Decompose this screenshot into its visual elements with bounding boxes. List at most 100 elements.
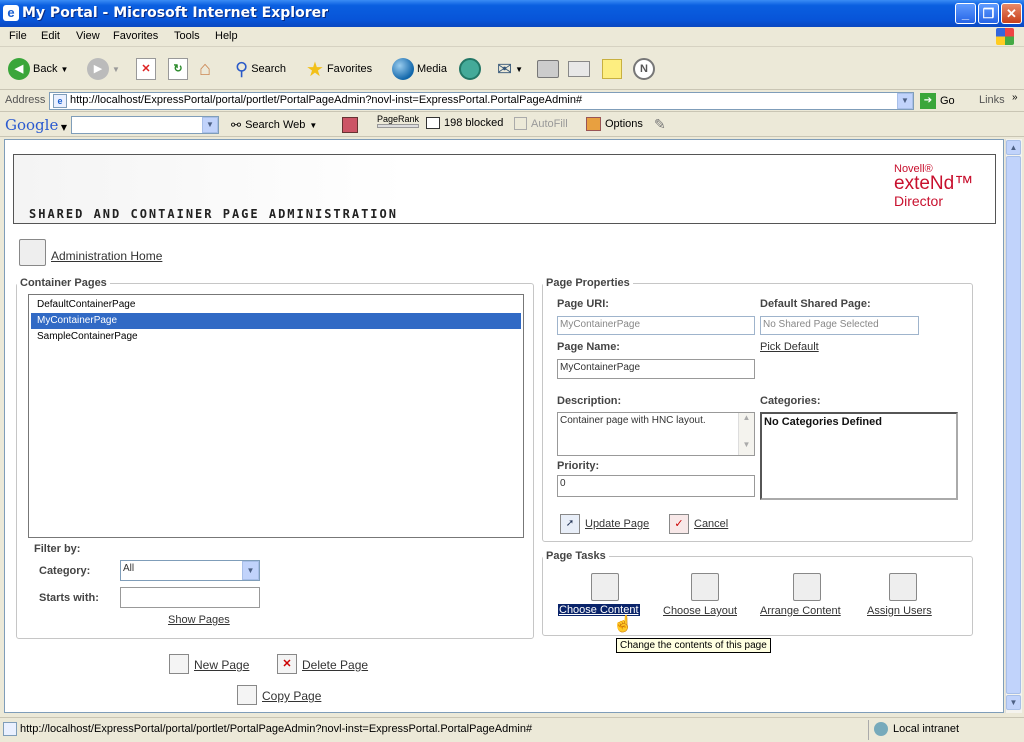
forward-button[interactable]: ▶ ▼ <box>87 57 120 81</box>
standard-toolbar: ◀ Back ▼ ▶ ▼ ✕ ↻ ⌂ ⚲ Search ★ Favorites … <box>0 48 1024 90</box>
page-name-input[interactable]: MyContainerPage <box>557 359 755 379</box>
scroll-up-icon[interactable]: ▲ <box>739 413 754 428</box>
menu-help[interactable]: Help <box>215 30 238 42</box>
category-select[interactable]: All ▼ <box>120 560 260 581</box>
refresh-button[interactable]: ↻ <box>168 57 188 81</box>
media-button[interactable]: Media <box>392 57 447 81</box>
assign-users-icon[interactable] <box>889 573 917 601</box>
chevron-down-icon: ▼ <box>112 64 120 74</box>
options-button[interactable]: Options <box>586 117 643 131</box>
new-page-icon[interactable] <box>169 654 189 674</box>
popup-blocker-button[interactable]: 198 blocked <box>426 117 503 129</box>
google-search-input[interactable]: ▼ <box>71 116 219 134</box>
scroll-down-icon[interactable]: ▼ <box>1006 695 1021 710</box>
list-item[interactable]: SampleContainerPage <box>31 329 521 345</box>
description-textarea[interactable]: Container page with HNC layout. ▲ ▼ <box>557 412 755 456</box>
mail-button[interactable]: ✉ ▼ <box>497 57 523 81</box>
address-input[interactable]: e http://localhost/ExpressPortal/portal/… <box>49 92 914 110</box>
new-page-link[interactable]: New Page <box>194 658 249 672</box>
address-dropdown[interactable]: ▼ <box>897 93 913 109</box>
google-search-dropdown[interactable]: ▼ <box>202 117 218 133</box>
stop-button[interactable]: ✕ <box>136 57 156 81</box>
links-label[interactable]: Links <box>979 94 1005 106</box>
page-icon: e <box>53 94 67 108</box>
menu-view[interactable]: View <box>76 30 100 42</box>
list-item-selected[interactable]: MyContainerPage <box>31 313 521 329</box>
copy-page-icon[interactable] <box>237 685 257 705</box>
priority-input[interactable]: 0 <box>557 475 755 497</box>
page-uri-input: MyContainerPage <box>557 316 755 335</box>
brand-line-3: Director <box>894 193 944 209</box>
update-page-link[interactable]: Update Page <box>585 518 649 530</box>
globe-icon <box>392 58 414 80</box>
go-button[interactable]: ➔ Go <box>920 93 955 109</box>
back-arrow-icon: ◀ <box>8 58 30 80</box>
go-arrow-icon: ➔ <box>920 93 936 109</box>
delete-page-icon[interactable]: ✕ <box>277 654 297 674</box>
close-button[interactable]: ✕ <box>1001 3 1022 24</box>
back-button[interactable]: ◀ Back ▼ <box>8 57 68 81</box>
home-button[interactable]: ⌂ <box>199 57 211 81</box>
note-icon <box>602 59 622 79</box>
restore-button[interactable]: ❐ <box>978 3 999 24</box>
menu-edit[interactable]: Edit <box>41 30 60 42</box>
messenger-button[interactable]: N <box>633 57 655 81</box>
windows-logo-icon <box>996 28 1014 45</box>
vertical-scrollbar[interactable]: ▲ ▼ <box>1005 139 1022 713</box>
minimize-button[interactable]: _ <box>955 3 976 24</box>
default-shared-page-input: No Shared Page Selected <box>760 316 919 335</box>
show-pages-link[interactable]: Show Pages <box>168 614 230 626</box>
print-button[interactable] <box>537 57 559 81</box>
pick-default-link[interactable]: Pick Default <box>760 341 819 353</box>
copy-page-link[interactable]: Copy Page <box>262 689 321 703</box>
list-item[interactable]: DefaultContainerPage <box>31 297 521 313</box>
chevron-down-icon[interactable]: ▼ <box>242 561 259 580</box>
cancel-icon[interactable]: ✓ <box>669 514 689 534</box>
news-icon[interactable] <box>342 117 358 133</box>
mail-icon: ✉ <box>497 58 513 79</box>
choose-layout-link[interactable]: Choose Layout <box>663 605 737 617</box>
scroll-up-icon[interactable]: ▲ <box>1006 140 1021 155</box>
menu-tools[interactable]: Tools <box>174 30 200 42</box>
scrollbar[interactable]: ▲ ▼ <box>738 413 754 455</box>
favorites-button[interactable]: ★ Favorites <box>306 57 372 81</box>
choose-layout-icon[interactable] <box>691 573 719 601</box>
admin-home-link[interactable]: Administration Home <box>51 249 162 263</box>
pencil-icon[interactable]: ✎ <box>654 116 666 133</box>
assign-users-link[interactable]: Assign Users <box>867 605 932 617</box>
google-toolbar: Google ▼ ▼ ⚯ Search Web ▼ PageRank 198 b… <box>0 113 1024 137</box>
note-button[interactable] <box>602 57 622 81</box>
search-web-button[interactable]: ⚯ Search Web ▼ <box>231 118 317 132</box>
google-logo[interactable]: Google ▼ <box>5 116 67 134</box>
status-page-icon <box>3 722 17 736</box>
container-pages-list[interactable]: DefaultContainerPage MyContainerPage Sam… <box>28 294 524 538</box>
messenger-icon: N <box>633 58 655 80</box>
page-tasks-legend: Page Tasks <box>546 550 606 562</box>
arrange-content-link[interactable]: Arrange Content <box>760 605 841 617</box>
update-page-icon[interactable]: ➚ <box>560 514 580 534</box>
autofill-button[interactable]: AutoFill <box>514 117 568 130</box>
pagerank-indicator: PageRank <box>377 114 419 128</box>
delete-page-link[interactable]: Delete Page <box>302 658 368 672</box>
binoculars-icon: ⚯ <box>231 118 242 132</box>
admin-home-icon[interactable] <box>19 239 46 266</box>
scroll-thumb[interactable] <box>1006 156 1021 694</box>
categories-list[interactable]: No Categories Defined <box>760 412 958 500</box>
menu-favorites[interactable]: Favorites <box>113 30 158 42</box>
search-button[interactable]: ⚲ Search <box>235 57 286 81</box>
history-button[interactable] <box>459 57 481 81</box>
starts-with-input[interactable] <box>120 587 260 608</box>
chevron-down-icon: ▼ <box>60 64 69 74</box>
hand-cursor-icon: ☝ <box>613 616 633 633</box>
choose-content-icon[interactable] <box>591 573 619 601</box>
description-label: Description: <box>557 395 622 407</box>
history-icon <box>459 58 481 80</box>
scroll-down-icon[interactable]: ▼ <box>739 440 754 455</box>
arrange-content-icon[interactable] <box>793 573 821 601</box>
cancel-link[interactable]: Cancel <box>694 518 728 530</box>
edit-button[interactable] <box>568 57 590 81</box>
chevron-right-icon[interactable]: » <box>1012 92 1018 103</box>
container-pages-legend: Container Pages <box>20 277 107 289</box>
status-text: http://localhost/ExpressPortal/portal/po… <box>20 723 533 735</box>
menu-file[interactable]: File <box>9 30 27 42</box>
